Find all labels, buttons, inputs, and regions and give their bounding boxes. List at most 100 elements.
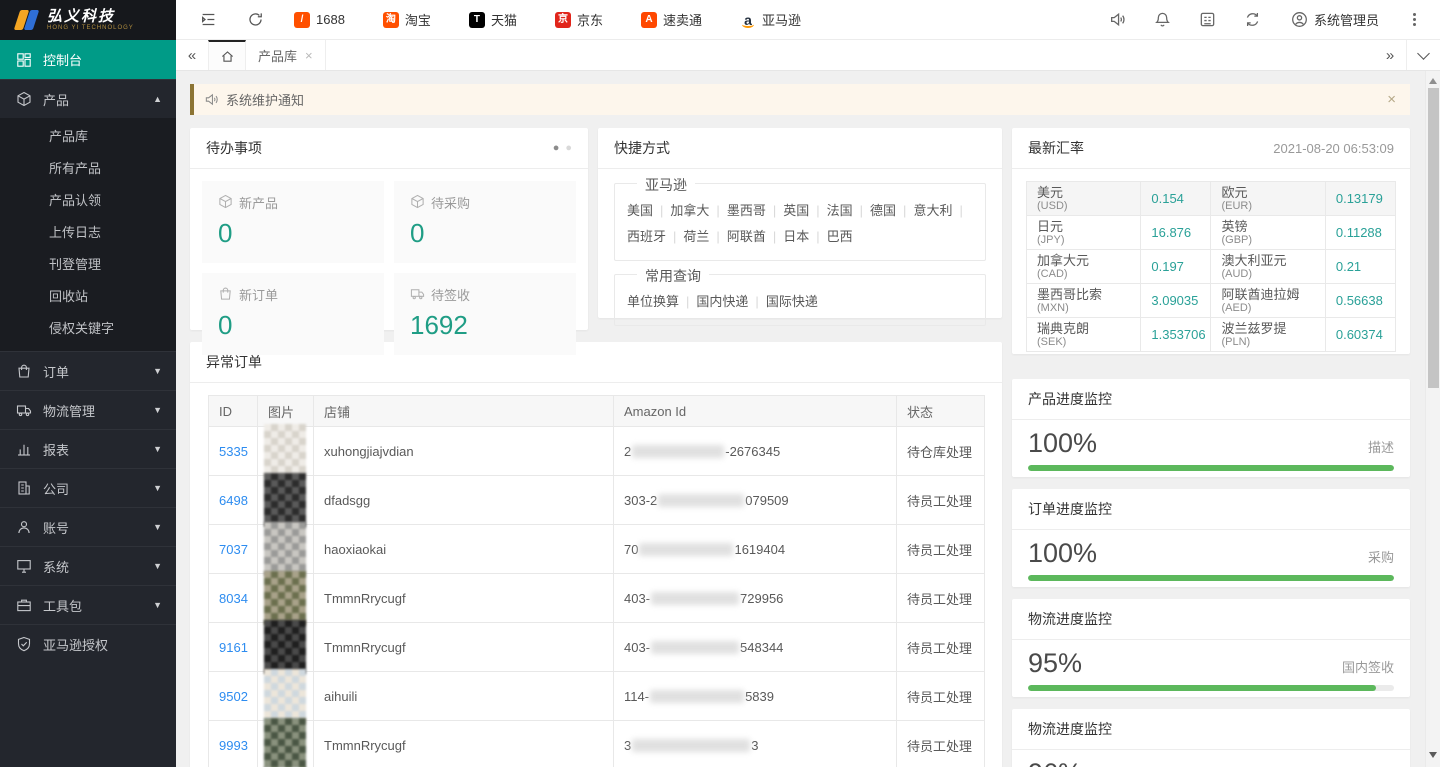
sidebar-item-公司[interactable]: 公司▼ — [0, 468, 176, 507]
sidebar-item-亚马逊授权[interactable]: 亚马逊授权 — [0, 624, 176, 663]
chevron-down-icon: ▼ — [153, 522, 162, 532]
menu-fold-icon[interactable] — [200, 11, 217, 28]
marketplace-link-1688[interactable]: /1688 — [294, 12, 345, 28]
announce-icon[interactable] — [1109, 11, 1126, 28]
order-id-link[interactable]: 6498 — [219, 493, 248, 508]
marketplace-link-亚马逊[interactable]: a亚马逊 — [740, 10, 801, 29]
todo-stat-待签收[interactable]: 待签收1692 — [394, 273, 576, 355]
separator: | — [809, 229, 826, 244]
progress-bar — [1028, 575, 1394, 581]
tabs-dropdown[interactable] — [1406, 40, 1440, 70]
todo-stat-新订单[interactable]: 新订单0 — [202, 273, 384, 355]
currency-cell: 阿联酋迪拉姆(AED) — [1211, 284, 1325, 318]
marketplace-link-天猫[interactable]: T天猫 — [469, 10, 517, 29]
sidebar-subitem-回收站[interactable]: 回收站 — [0, 281, 176, 313]
marketplace-link-淘宝[interactable]: 淘淘宝 — [383, 10, 431, 29]
shortcut-link-荷兰[interactable]: 荷兰 — [683, 229, 709, 244]
tabs-scroll-left[interactable]: « — [176, 40, 208, 70]
todo-stat-待采购[interactable]: 待采购0 — [394, 181, 576, 263]
carousel-dot-active[interactable]: ● — [553, 143, 560, 154]
sidebar-item-工具包[interactable]: 工具包▼ — [0, 585, 176, 624]
bell-icon[interactable] — [1154, 11, 1171, 28]
apps-icon[interactable] — [1199, 11, 1216, 28]
sidebar-subitem-上传日志[interactable]: 上传日志 — [0, 217, 176, 249]
shortcut-link-墨西哥[interactable]: 墨西哥 — [727, 203, 766, 218]
tab-product-library[interactable]: 产品库 × — [246, 40, 326, 70]
sidebar-item-订单[interactable]: 订单▼ — [0, 351, 176, 390]
shortcut-link-单位换算[interactable]: 单位换算 — [627, 294, 679, 309]
tab-close-icon[interactable]: × — [305, 48, 313, 63]
shortcut-link-日本[interactable]: 日本 — [783, 229, 809, 244]
shortcut-group-legend: 亚马逊 — [637, 175, 695, 195]
shortcut-link-国际快递[interactable]: 国际快递 — [766, 294, 818, 309]
shortcuts-card: 快捷方式 亚马逊美国|加拿大|墨西哥|英国|法国|德国|意大利|西班牙|荷兰|阿… — [598, 128, 1002, 318]
order-id-link[interactable]: 8034 — [219, 591, 248, 606]
shortcut-link-国内快递[interactable]: 国内快递 — [696, 294, 748, 309]
sidebar-item-物流管理[interactable]: 物流管理▼ — [0, 390, 176, 429]
separator: | — [952, 203, 969, 218]
currency-rate-value: 1.353706 — [1151, 327, 1205, 342]
currency-code: (AUD) — [1221, 268, 1314, 280]
sidebar: 弘义科技 HONG YI TECHNOLOGY 控制台产品▲产品库所有产品产品认… — [0, 0, 176, 767]
monitor-stage-label: 描述 — [1368, 437, 1394, 456]
scrollbar-thumb[interactable] — [1428, 88, 1439, 388]
todo-stat-新产品[interactable]: 新产品0 — [202, 181, 384, 263]
orders-column-header: 状态 — [897, 396, 985, 427]
sidebar-subitem-产品库[interactable]: 产品库 — [0, 121, 176, 153]
tab-home[interactable] — [208, 40, 246, 70]
order-id-link[interactable]: 9502 — [219, 689, 248, 704]
sidebar-item-报表[interactable]: 报表▼ — [0, 429, 176, 468]
currency-rate-value: 3.09035 — [1151, 293, 1198, 308]
shortcut-link-法国[interactable]: 法国 — [827, 203, 853, 218]
order-id-link[interactable]: 5335 — [219, 444, 248, 459]
marketplace-link-速卖通[interactable]: A速卖通 — [641, 10, 702, 29]
marketplace-link-京东[interactable]: 京京东 — [555, 10, 603, 29]
shortcut-link-加拿大[interactable]: 加拿大 — [670, 203, 709, 218]
order-icon — [16, 363, 32, 379]
rates-title: 最新汇率 — [1028, 138, 1084, 158]
shortcut-link-巴西[interactable]: 巴西 — [827, 229, 853, 244]
separator: | — [666, 229, 683, 244]
cube-icon — [218, 194, 233, 212]
shortcut-link-西班牙[interactable]: 西班牙 — [627, 229, 666, 244]
exchange-icon[interactable] — [1244, 11, 1261, 28]
more-menu-icon[interactable] — [1407, 11, 1422, 28]
sidebar-item-控制台[interactable]: 控制台 — [0, 40, 176, 79]
order-id-link[interactable]: 9161 — [219, 640, 248, 655]
sidebar-item-label: 公司 — [43, 479, 142, 498]
topbar-right: 系统管理员 — [1081, 10, 1422, 29]
sidebar-item-账号[interactable]: 账号 ▼ — [0, 507, 176, 546]
scroll-down-arrow-icon[interactable] — [1429, 752, 1437, 758]
scroll-up-arrow-icon[interactable] — [1429, 78, 1437, 84]
orders-column-header: Amazon Id — [614, 396, 897, 427]
notice-close-icon[interactable]: × — [1387, 91, 1396, 108]
sidebar-subitem-刊登管理[interactable]: 刊登管理 — [0, 249, 176, 281]
currency-cell: 澳大利亚元(AUD) — [1211, 250, 1325, 284]
marketplace-label: 天猫 — [491, 10, 517, 29]
shortcut-link-德国[interactable]: 德国 — [870, 203, 896, 218]
sidebar-item-系统[interactable]: 系统▼ — [0, 546, 176, 585]
sidebar-subitem-所有产品[interactable]: 所有产品 — [0, 153, 176, 185]
todo-card: 待办事项 ● ● 新产品0待采购0新订单0待签收1692 — [190, 128, 588, 330]
user-menu[interactable]: 系统管理员 — [1291, 10, 1379, 29]
sidebar-item-产品[interactable]: 产品▲ — [0, 79, 176, 118]
vertical-scrollbar[interactable] — [1425, 71, 1440, 767]
refresh-icon[interactable] — [247, 11, 264, 28]
sidebar-item-label: 账号 — [43, 518, 142, 537]
sidebar-subitem-产品认领[interactable]: 产品认领 — [0, 185, 176, 217]
sidebar-subitem-侵权关键字[interactable]: 侵权关键字 — [0, 313, 176, 345]
sidebar-item-label: 物流管理 — [43, 401, 142, 420]
redacted-segment — [632, 739, 750, 752]
tabs-scroll-right[interactable]: » — [1374, 40, 1406, 70]
shortcut-link-美国[interactable]: 美国 — [627, 203, 653, 218]
order-id-link[interactable]: 9993 — [219, 738, 248, 753]
separator: | — [709, 229, 726, 244]
shortcut-link-英国[interactable]: 英国 — [783, 203, 809, 218]
sidebar-item-label: 订单 — [43, 362, 142, 381]
shortcut-link-阿联酋[interactable]: 阿联酋 — [727, 229, 766, 244]
amazon-id: 2-2676345 — [614, 427, 897, 476]
carousel-dot[interactable]: ● — [565, 143, 572, 154]
stat-label: 新产品 — [239, 193, 278, 212]
shortcut-link-意大利[interactable]: 意大利 — [913, 203, 952, 218]
order-id-link[interactable]: 7037 — [219, 542, 248, 557]
